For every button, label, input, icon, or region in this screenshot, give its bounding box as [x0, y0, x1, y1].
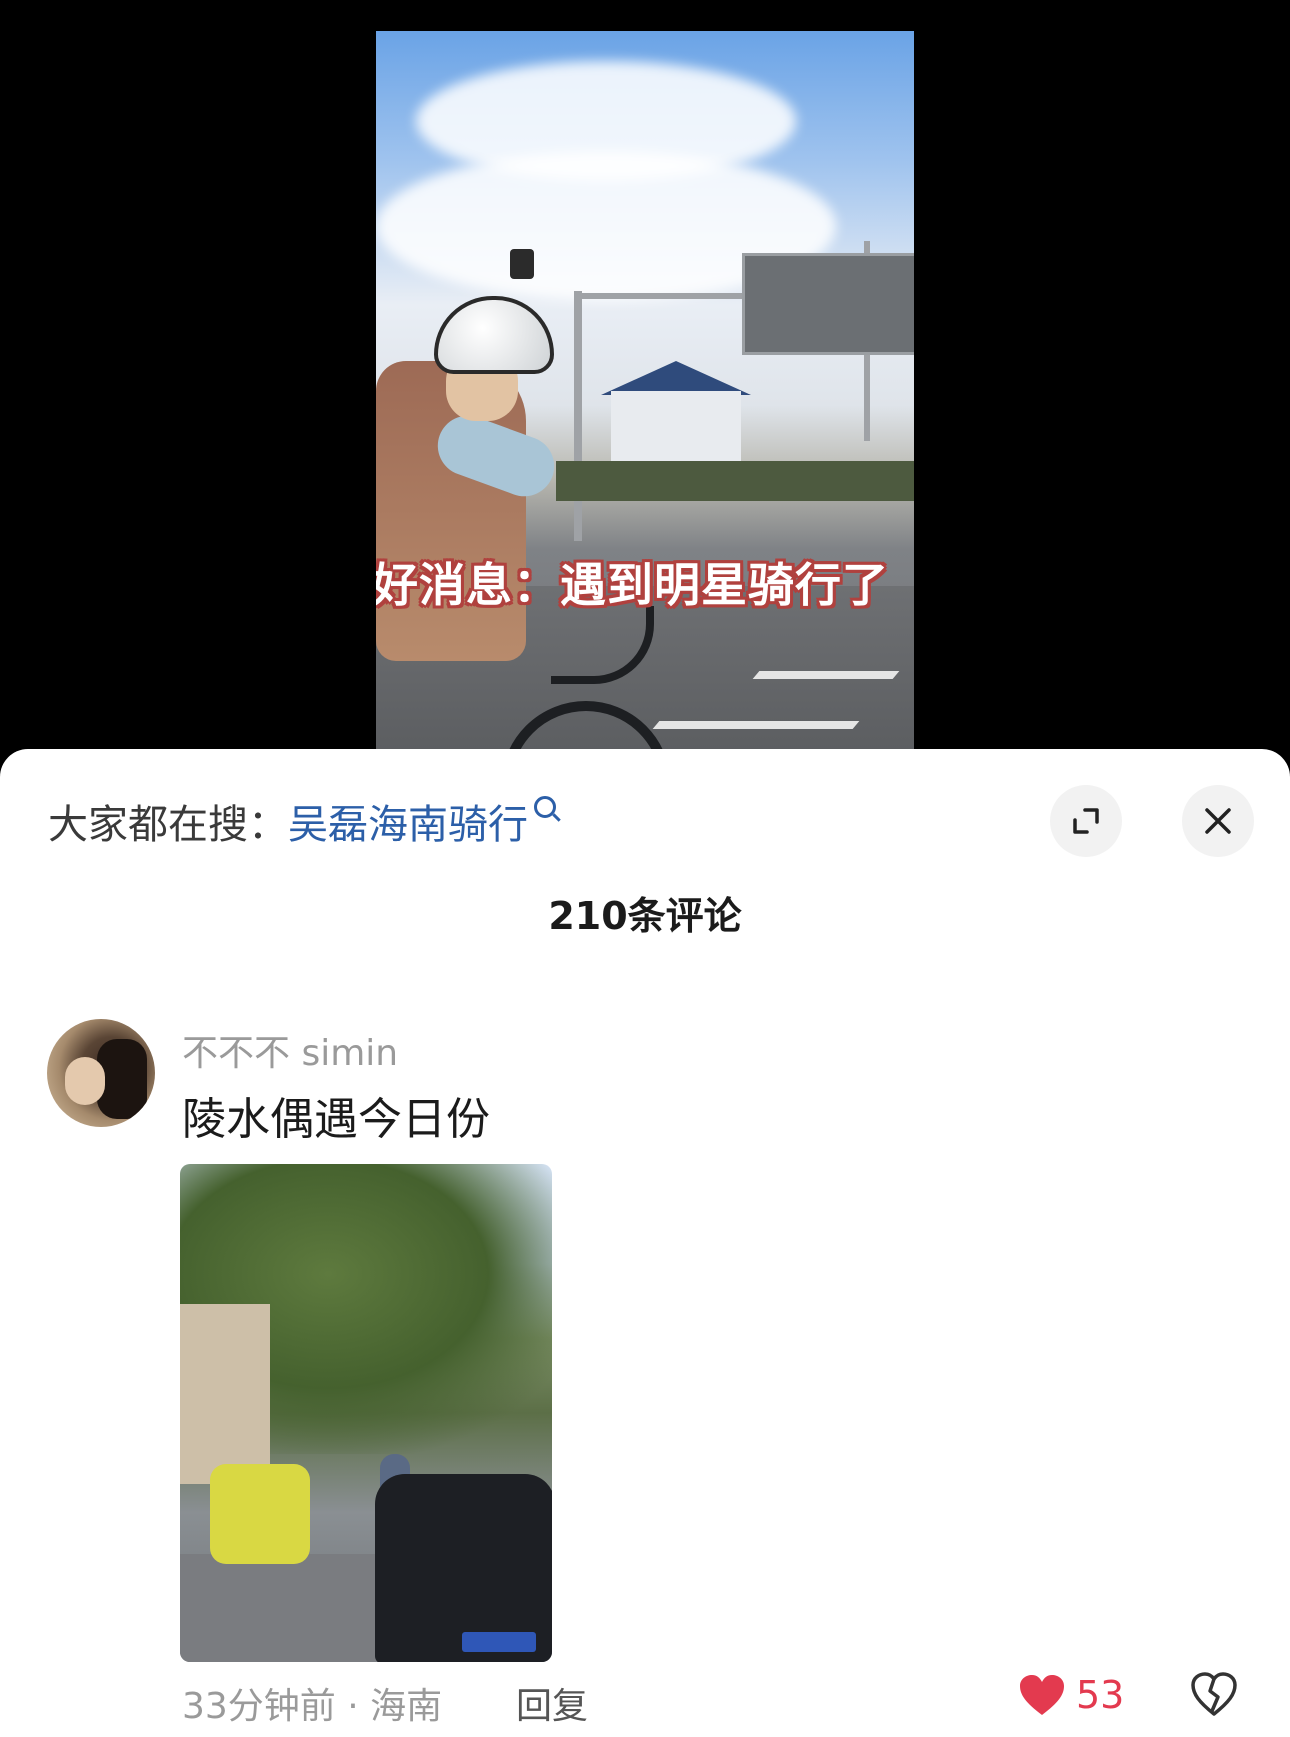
road-stripe [652, 721, 860, 729]
reply-button[interactable]: 回复 [516, 1677, 588, 1729]
pole [574, 291, 582, 541]
house-roof [601, 361, 751, 395]
avatar-face [65, 1057, 105, 1105]
helmet-camera [510, 249, 534, 279]
expand-button[interactable] [1050, 785, 1122, 857]
dislike-icon[interactable] [1190, 1671, 1238, 1717]
video-player[interactable]: 好消息：遇到明星骑行了 [376, 31, 914, 751]
search-icon [534, 796, 556, 818]
comment-meta: 33分钟前 · 海南 [182, 1686, 443, 1727]
comment-sheet: 大家都在搜： 吴磊海南骑行 210条评论 不不不 simin 陵水偶遇今日份 3… [0, 749, 1290, 1737]
close-button[interactable] [1182, 785, 1254, 857]
photo-license-plate [462, 1632, 536, 1652]
like-button[interactable]: 53 [1018, 1673, 1124, 1717]
comment-photo[interactable] [180, 1164, 552, 1662]
avatar[interactable] [47, 1019, 155, 1127]
trending-search-term[interactable]: 吴磊海南骑行 [288, 792, 528, 850]
comment-text: 陵水偶遇今日份 [182, 1094, 490, 1145]
trees [556, 461, 914, 501]
comment-username[interactable]: 不不不 simin [182, 1024, 398, 1076]
comment-count: 210条评论 [548, 894, 742, 938]
trending-search-prefix: 大家都在搜： [48, 802, 288, 848]
rider-helmet [434, 296, 554, 374]
house [611, 391, 741, 471]
trending-search[interactable]: 大家都在搜： 吴磊海南骑行 [48, 791, 556, 851]
close-icon [1205, 808, 1231, 834]
pole [576, 293, 746, 299]
photo-building [180, 1304, 270, 1484]
road-sign [742, 253, 914, 355]
expand-icon [1073, 808, 1099, 834]
road-stripe [752, 671, 900, 679]
like-count: 53 [1076, 1673, 1125, 1717]
video-caption: 好消息：遇到明星骑行了 [376, 558, 889, 612]
photo-yellow-car [210, 1464, 310, 1564]
heart-icon [1020, 1675, 1064, 1715]
